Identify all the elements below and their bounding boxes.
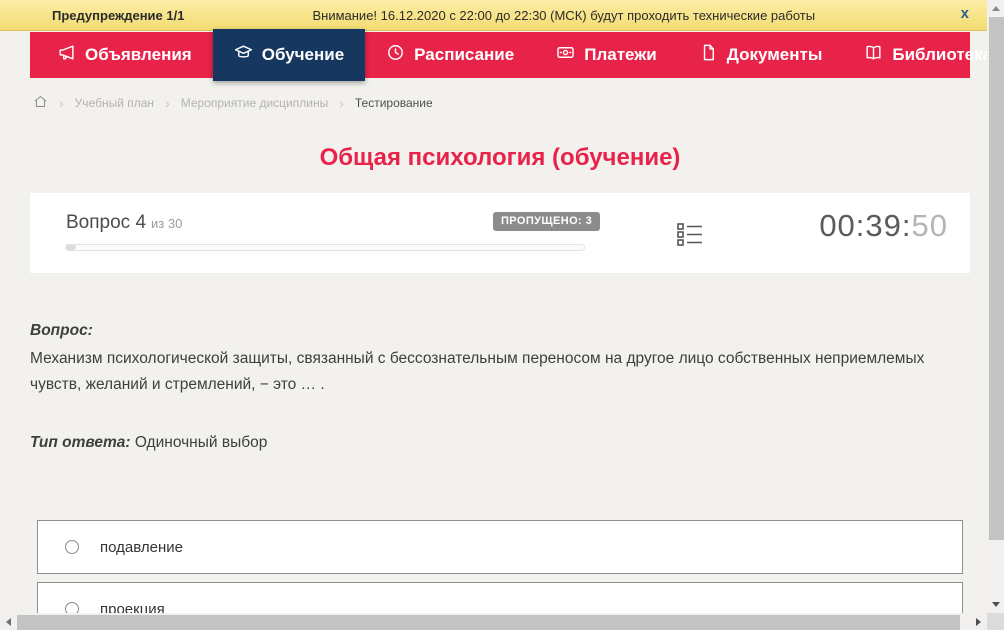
question-number-label: Вопрос 4: [66, 212, 147, 233]
home-icon[interactable]: [33, 94, 48, 112]
answer-option-proekcia[interactable]: проекция: [37, 582, 963, 613]
question-card: Вопрос 4 из 30 ПРОПУЩЕНО: 3 00:39:50: [30, 193, 970, 273]
timer-seconds: 50: [911, 208, 948, 243]
scrollbar-corner: [987, 613, 1004, 630]
timer-hours-minutes: 00:39:: [819, 208, 912, 243]
vertical-scrollbar-thumb[interactable]: [989, 17, 1004, 540]
nav-item-documents[interactable]: Документы: [678, 32, 844, 78]
nav-item-announcements[interactable]: Объявления: [36, 32, 213, 78]
answer-option-podavlenie[interactable]: подавление: [37, 520, 963, 574]
question-number: Вопрос 4 из 30: [66, 212, 182, 234]
main-nav: Объявления Обучение Расписание Платежи Д…: [30, 29, 987, 81]
answer-option-label: подавление: [100, 538, 183, 556]
nav-item-library[interactable]: Библиотека: [843, 32, 987, 78]
nav-item-label: Библиотека: [892, 45, 987, 64]
breadcrumb-separator: ›: [165, 95, 170, 111]
nav-item-learning[interactable]: Обучение: [212, 29, 366, 81]
breadcrumb: › Учебный план › Мероприятие дисциплины …: [33, 94, 433, 112]
payment-card-icon: [556, 43, 575, 67]
question-text: Механизм психологической защиты, связанн…: [30, 350, 925, 393]
nav-item-label: Документы: [726, 45, 823, 64]
question-total: из 30: [151, 216, 183, 231]
nav-item-label: Обучение: [261, 45, 345, 64]
progress-bar: [65, 244, 585, 251]
nav-item-schedule[interactable]: Расписание: [365, 32, 535, 78]
radio-button-icon[interactable]: [65, 602, 79, 613]
progress-bar-fill: [66, 245, 77, 250]
warning-close-button[interactable]: x: [955, 3, 975, 24]
document-icon: [699, 43, 718, 67]
skipped-badge: ПРОПУЩЕНО: 3: [493, 212, 601, 231]
page-viewport: Предупреждение 1/1 Внимание! 16.12.2020 …: [0, 0, 987, 613]
page-title: Общая психология (обучение): [319, 144, 681, 171]
answer-type-line: Тип ответа: Одиночный выбор: [30, 434, 267, 452]
vertical-scrollbar[interactable]: [987, 0, 1004, 613]
scroll-left-arrow-icon[interactable]: [0, 613, 17, 630]
breadcrumb-item-testing: Тестирование: [354, 96, 433, 110]
radio-button-icon[interactable]: [65, 540, 79, 554]
breadcrumb-separator: ›: [59, 95, 64, 111]
scroll-right-arrow-icon[interactable]: [970, 613, 987, 630]
warning-message: Внимание! 16.12.2020 с 22:00 до 22:30 (М…: [312, 7, 816, 23]
horizontal-scrollbar[interactable]: [0, 613, 987, 630]
breadcrumb-separator: ›: [339, 95, 344, 111]
question-label: Вопрос:: [30, 322, 93, 339]
answer-type-label: Тип ответа:: [30, 434, 131, 451]
scroll-down-arrow-icon[interactable]: [987, 596, 1004, 613]
answer-option-label: проекция: [100, 600, 165, 614]
nav-item-label: Объявления: [85, 45, 192, 64]
warning-counter: Предупреждение 1/1: [52, 7, 185, 23]
nav-item-label: Расписание: [414, 45, 515, 64]
graduation-cap-icon: [234, 43, 253, 67]
breadcrumb-item-study-plan[interactable]: Учебный план: [75, 96, 154, 110]
warning-bar: Предупреждение 1/1 Внимание! 16.12.2020 …: [0, 0, 987, 31]
clock-icon: [386, 43, 405, 67]
nav-item-label: Платежи: [584, 45, 657, 64]
book-icon: [864, 43, 883, 67]
horizontal-scrollbar-thumb[interactable]: [17, 615, 960, 630]
breadcrumb-item-discipline-event[interactable]: Мероприятие дисциплины: [181, 96, 328, 110]
scroll-up-arrow-icon[interactable]: [987, 0, 1004, 17]
nav-item-payments[interactable]: Платежи: [535, 32, 678, 78]
question-list-icon[interactable]: [673, 217, 707, 256]
answer-type-value: Одиночный выбор: [134, 434, 268, 451]
megaphone-icon: [57, 43, 76, 67]
timer: 00:39:50: [819, 208, 948, 244]
